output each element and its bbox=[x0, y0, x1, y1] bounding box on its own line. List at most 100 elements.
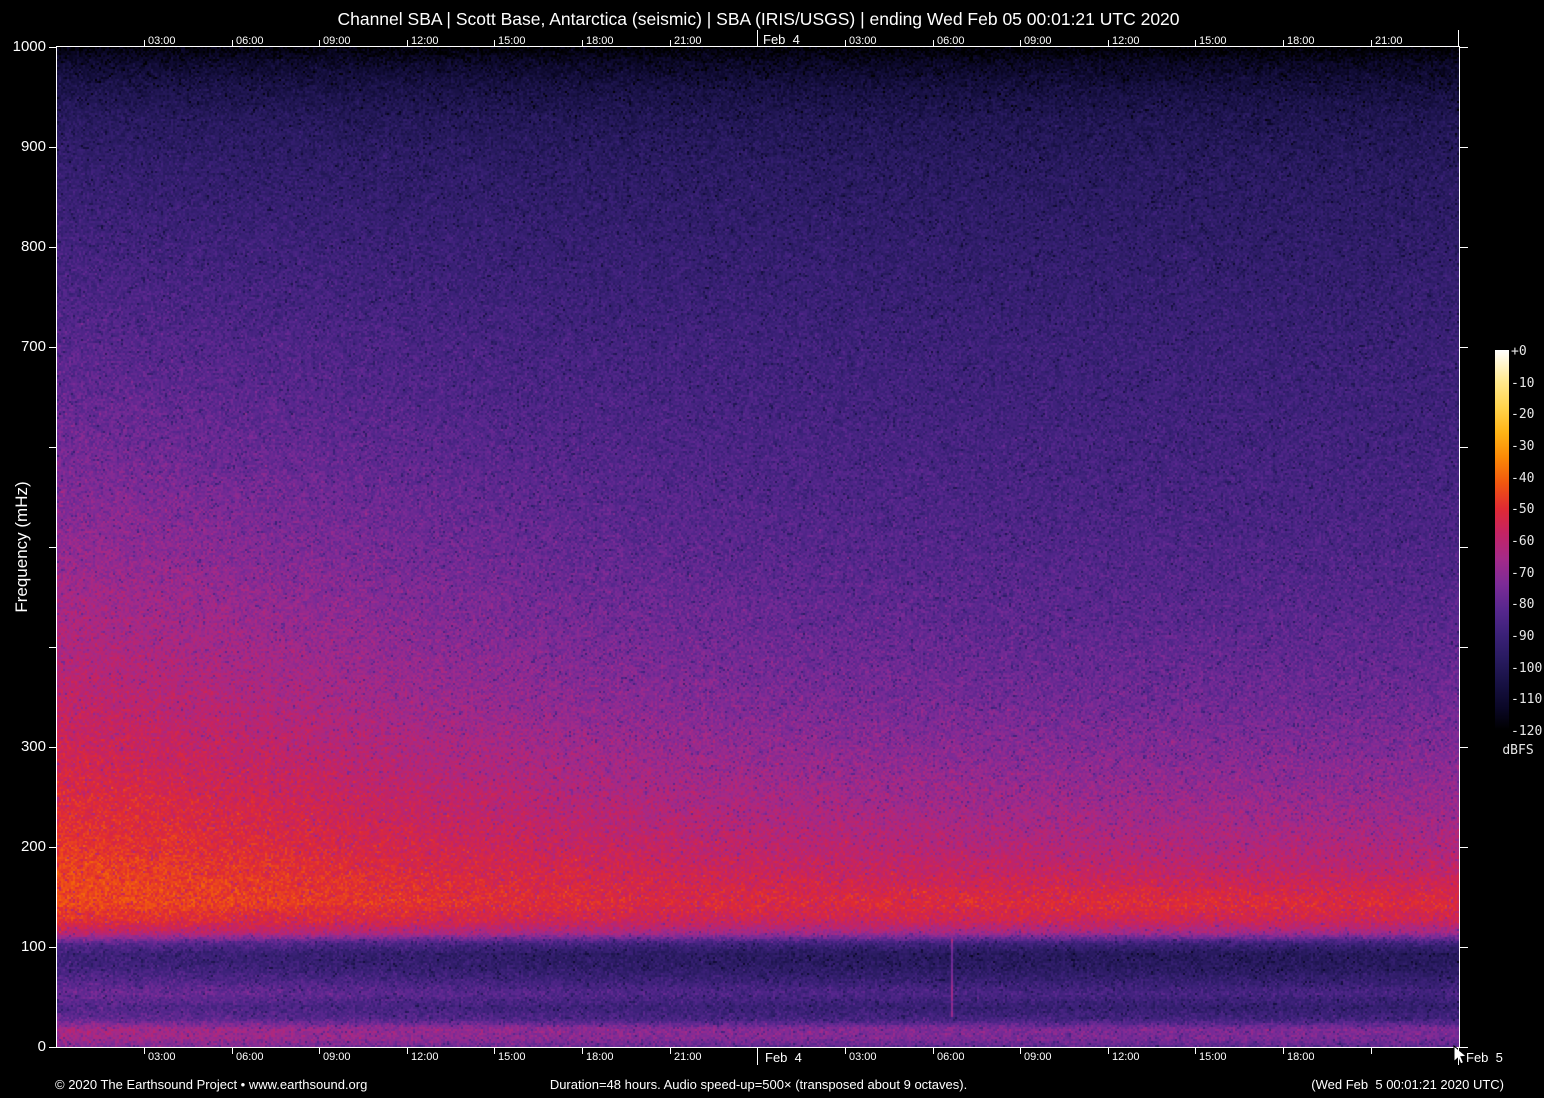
x-axis-tick-bottom bbox=[1020, 1048, 1021, 1054]
x-axis-tick-top bbox=[1283, 40, 1284, 47]
y-axis-tick-right bbox=[1460, 447, 1468, 448]
colorbar-tick-label: -100 bbox=[1511, 660, 1543, 676]
y-axis-tick-label: 800 bbox=[20, 238, 46, 255]
footer-end-timestamp: (Wed Feb 5 00:01:21 2020 UTC) bbox=[1311, 1077, 1504, 1092]
x-axis-tick-bottom bbox=[494, 1048, 495, 1054]
x-axis-tick-top bbox=[407, 40, 408, 47]
y-axis-tick-right bbox=[1460, 247, 1468, 248]
x-axis-tick-bottom bbox=[933, 1048, 934, 1054]
x-axis-tick-label-top: 03:00 bbox=[148, 35, 176, 47]
x-axis-tick-label-bottom: 09:00 bbox=[323, 1051, 351, 1063]
x-axis-tick-bottom bbox=[319, 1048, 320, 1054]
y-axis-tick-right bbox=[1460, 1047, 1468, 1048]
x-axis-date-tick-bottom bbox=[1458, 1048, 1459, 1065]
x-axis-tick-bottom bbox=[232, 1048, 233, 1054]
x-axis-tick-label-top: 15:00 bbox=[1199, 35, 1227, 47]
x-axis-tick-label-bottom: 18:00 bbox=[1287, 1051, 1315, 1063]
x-axis-tick-top bbox=[494, 40, 495, 47]
colorbar-tick-label: -50 bbox=[1511, 502, 1535, 518]
x-axis-tick-bottom bbox=[845, 1048, 846, 1054]
y-axis-tick-label: 900 bbox=[20, 138, 46, 155]
y-axis-label: Frequency (mHz) bbox=[12, 481, 31, 613]
x-axis-tick-label-bottom: 09:00 bbox=[1024, 1051, 1052, 1063]
y-axis-tick-right bbox=[1460, 947, 1468, 948]
colorbar-tick-label: -120 bbox=[1511, 724, 1543, 740]
colorbar-tick-label: -40 bbox=[1511, 470, 1535, 486]
y-axis-tick-left bbox=[49, 47, 57, 48]
colorbar-gradient bbox=[1495, 350, 1509, 730]
y-axis-tick-left bbox=[49, 647, 57, 648]
x-axis-tick-top bbox=[319, 40, 320, 47]
y-axis-tick-left bbox=[49, 347, 57, 348]
colorbar-tick-label: -20 bbox=[1511, 407, 1535, 423]
x-axis-tick-top bbox=[144, 40, 145, 47]
y-axis-tick-right bbox=[1460, 647, 1468, 648]
x-axis-tick-label-bottom: Feb 5 bbox=[1466, 1050, 1503, 1065]
colorbar-tick-label: -90 bbox=[1511, 629, 1535, 645]
x-axis-tick-top bbox=[670, 40, 671, 47]
colorbar-tick-label: -80 bbox=[1511, 597, 1535, 613]
x-axis-tick-label-top: 06:00 bbox=[236, 35, 264, 47]
x-axis-tick-bottom bbox=[1371, 1048, 1372, 1054]
x-axis-tick-top bbox=[1371, 40, 1372, 47]
y-axis-tick-label: 100 bbox=[20, 938, 46, 955]
x-axis-tick-top bbox=[845, 40, 846, 47]
y-axis-tick-right bbox=[1460, 547, 1468, 548]
x-axis-tick-top bbox=[933, 40, 934, 47]
y-axis-tick-right bbox=[1460, 747, 1468, 748]
colorbar-unit-label: dBFS bbox=[1502, 743, 1534, 758]
y-axis-tick-label: 1000 bbox=[12, 38, 46, 55]
x-axis-tick-bottom bbox=[670, 1048, 671, 1054]
x-axis-tick-label-bottom: 18:00 bbox=[586, 1051, 614, 1063]
x-axis-tick-label-top: 21:00 bbox=[674, 35, 702, 47]
x-axis-tick-label-bottom: 06:00 bbox=[236, 1051, 264, 1063]
x-axis-tick-top bbox=[1020, 40, 1021, 47]
x-axis-tick-label-top: 15:00 bbox=[498, 35, 526, 47]
colorbar-tick-label: -110 bbox=[1511, 692, 1543, 708]
x-axis-tick-bottom bbox=[144, 1048, 145, 1054]
y-axis-tick-left bbox=[49, 547, 57, 548]
x-axis-tick-bottom bbox=[1195, 1048, 1196, 1054]
colorbar-tick-label: -70 bbox=[1511, 565, 1535, 581]
y-axis-tick-label: 300 bbox=[20, 738, 46, 755]
x-axis-tick-top bbox=[1195, 40, 1196, 47]
x-axis-tick-label-top: 12:00 bbox=[1112, 35, 1140, 47]
x-axis-tick-top bbox=[232, 40, 233, 47]
x-axis-tick-label-bottom: 06:00 bbox=[937, 1051, 965, 1063]
y-axis-tick-label: 0 bbox=[37, 1038, 46, 1055]
page-title: Channel SBA | Scott Base, Antarctica (se… bbox=[337, 9, 1180, 29]
x-axis-tick-label-top: 09:00 bbox=[1024, 35, 1052, 47]
footer-duration-note: Duration=48 hours. Audio speed-up=500× (… bbox=[549, 1077, 968, 1092]
x-axis-tick-label-bottom: 15:00 bbox=[1199, 1051, 1227, 1063]
x-axis-tick-label-bottom: 03:00 bbox=[148, 1051, 176, 1063]
x-axis-tick-label-top: 21:00 bbox=[1375, 35, 1403, 47]
plot-frame bbox=[56, 46, 1460, 1048]
x-axis-tick-label-top: 12:00 bbox=[411, 35, 439, 47]
x-axis-tick-bottom bbox=[582, 1048, 583, 1054]
x-axis-date-tick-top bbox=[1458, 30, 1459, 47]
colorbar-tick-label: +0 bbox=[1511, 344, 1527, 359]
x-axis-date-tick-bottom bbox=[757, 1048, 758, 1065]
x-axis-tick-top bbox=[1108, 40, 1109, 47]
y-axis-tick-label: 200 bbox=[20, 838, 46, 855]
y-axis-tick-left bbox=[49, 147, 57, 148]
y-axis-tick-left bbox=[49, 847, 57, 848]
x-axis-tick-label-top: 06:00 bbox=[937, 35, 965, 47]
y-axis-tick-left bbox=[49, 947, 57, 948]
y-axis-tick-right bbox=[1460, 847, 1468, 848]
colorbar-tick-label: -10 bbox=[1511, 375, 1535, 391]
colorbar-tick-label: -60 bbox=[1511, 534, 1535, 550]
x-axis-tick-label-bottom: 03:00 bbox=[849, 1051, 877, 1063]
x-axis-date-tick-top bbox=[757, 30, 758, 47]
colorbar-tick-label: -30 bbox=[1511, 439, 1535, 454]
x-axis-tick-label-top: Feb 4 bbox=[763, 32, 800, 47]
y-axis-tick-right bbox=[1460, 47, 1468, 48]
x-axis-tick-label-top: 18:00 bbox=[1287, 35, 1315, 47]
y-axis-tick-right bbox=[1460, 347, 1468, 348]
x-axis-tick-top bbox=[582, 40, 583, 47]
y-axis-tick-label: 700 bbox=[20, 338, 46, 355]
y-axis-tick-left bbox=[49, 447, 57, 448]
x-axis-tick-label-top: 03:00 bbox=[849, 35, 877, 47]
spectrogram-page: Channel SBA | Scott Base, Antarctica (se… bbox=[0, 0, 1544, 1098]
x-axis-tick-label-top: 09:00 bbox=[323, 35, 351, 47]
